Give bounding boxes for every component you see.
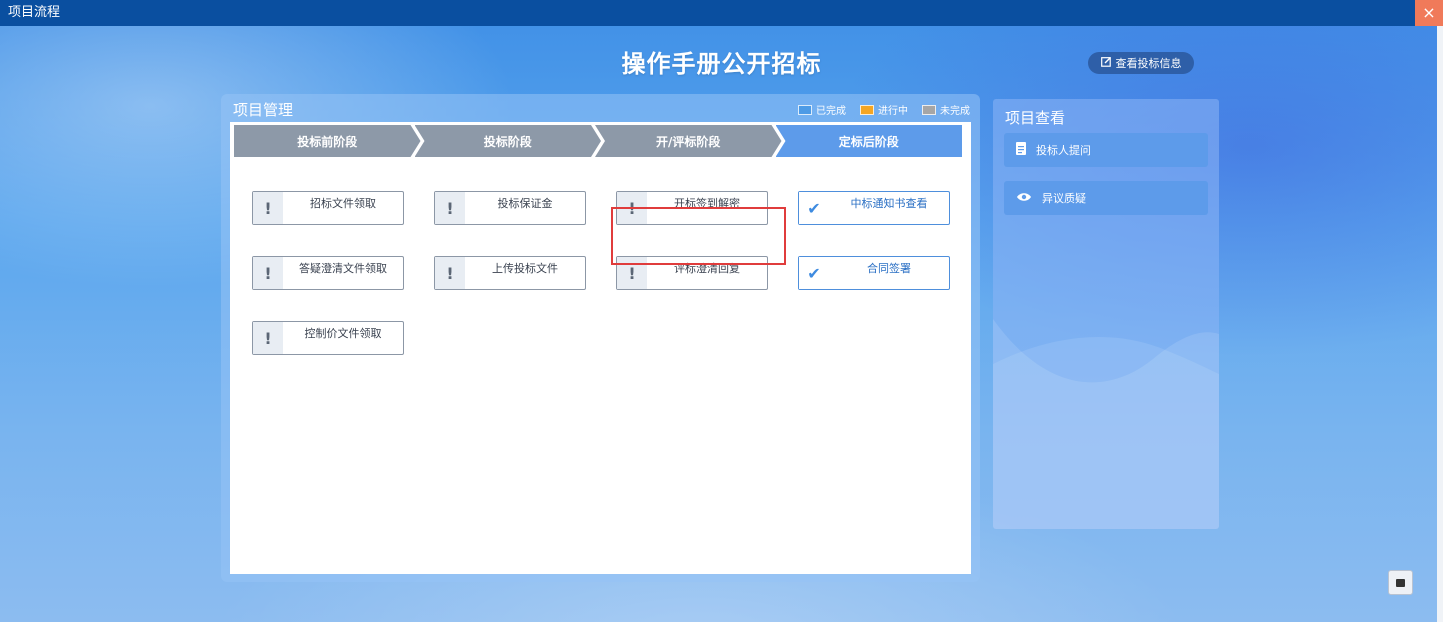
task-label: 上传投标文件 — [492, 262, 558, 275]
legend-item-incomplete: 未完成 — [922, 102, 970, 117]
bidder-question-button[interactable]: 投标人提问 — [1004, 133, 1208, 167]
page-title: 操作手册公开招标 — [621, 50, 822, 78]
workflow-area: 投标前阶段 投标阶段 开/评标阶段 定标后阶段 ! 招标文件领取 ! 投标保证金… — [230, 122, 971, 574]
scrollbar-track[interactable] — [1437, 26, 1443, 622]
window-titlebar: 项目流程 — [0, 0, 1443, 26]
window-title: 项目流程 — [8, 5, 61, 20]
stage-opening-evaluation[interactable]: 开/评标阶段 — [595, 125, 782, 157]
project-management-panel: 项目管理 已完成 进行中 未完成 投标前阶段 投标阶段 开/评标阶段 定标后阶段… — [221, 94, 980, 582]
close-icon: × — [1422, 3, 1436, 22]
exclamation-icon: ! — [628, 263, 636, 283]
task-label: 控制价文件领取 — [304, 327, 382, 340]
button-label: 异议质疑 — [1042, 192, 1086, 205]
task-contract-signing[interactable]: ✔ 合同签署 — [798, 256, 950, 290]
task-status-icon: ! — [253, 257, 283, 289]
button-label: 投标人提问 — [1036, 144, 1091, 157]
panel-title: 项目管理 — [233, 101, 294, 119]
task-status-icon: ✔ — [799, 257, 829, 289]
legend-swatch — [860, 104, 874, 115]
task-label: 投标保证金 — [497, 197, 553, 210]
stage-post-award[interactable]: 定标后阶段 — [775, 125, 962, 157]
exclamation-icon: ! — [446, 263, 454, 283]
legend-swatch — [798, 104, 812, 115]
task-bid-bond[interactable]: ! 投标保证金 — [434, 191, 586, 225]
stage-pre-bid[interactable]: 投标前阶段 — [234, 125, 421, 157]
exclamation-icon: ! — [264, 328, 272, 348]
decorative-wave — [993, 319, 1219, 529]
exclamation-icon: ! — [264, 263, 272, 283]
check-icon: ✔ — [807, 198, 821, 218]
legend-swatch — [922, 104, 936, 115]
legend-label: 进行中 — [878, 106, 908, 117]
task-status-icon: ✔ — [799, 192, 829, 224]
exclamation-icon: ! — [264, 198, 272, 218]
legend-item-in-progress: 进行中 — [860, 102, 908, 117]
task-tender-doc-collect[interactable]: ! 招标文件领取 — [252, 191, 404, 225]
stage-bar: 投标前阶段 投标阶段 开/评标阶段 定标后阶段 — [234, 125, 962, 157]
document-icon — [1016, 141, 1026, 159]
close-button[interactable]: × — [1415, 0, 1443, 26]
task-status-icon: ! — [253, 322, 283, 354]
exclamation-icon: ! — [446, 198, 454, 218]
legend-label: 已完成 — [816, 106, 846, 117]
view-bid-info-button[interactable]: 查看投标信息 — [1088, 52, 1194, 74]
legend-label: 未完成 — [940, 106, 970, 117]
task-award-notice-view[interactable]: ✔ 中标通知书查看 — [798, 191, 950, 225]
task-control-price-doc-collect[interactable]: ! 控制价文件领取 — [252, 321, 404, 355]
task-status-icon: ! — [435, 257, 465, 289]
task-label: 合同签署 — [867, 262, 911, 275]
edit-icon — [1100, 56, 1112, 70]
image-view-button[interactable] — [1388, 570, 1413, 595]
check-icon: ✔ — [807, 263, 821, 283]
legend-item-completed: 已完成 — [798, 102, 846, 117]
task-upload-bid-file[interactable]: ! 上传投标文件 — [434, 256, 586, 290]
objection-query-button[interactable]: 异议质疑 — [1004, 181, 1208, 215]
task-clarification-doc-collect[interactable]: ! 答疑澄清文件领取 — [252, 256, 404, 290]
view-bid-info-label: 查看投标信息 — [1115, 57, 1182, 70]
panel-title: 项目查看 — [1005, 109, 1066, 127]
task-status-icon: ! — [435, 192, 465, 224]
eye-icon — [1016, 191, 1032, 206]
task-label: 招标文件领取 — [310, 197, 376, 210]
task-label: 答疑澄清文件领取 — [299, 262, 387, 275]
task-label: 中标通知书查看 — [850, 197, 928, 210]
image-icon — [1396, 578, 1405, 587]
task-status-icon: ! — [253, 192, 283, 224]
project-view-panel: 项目查看 投标人提问 异议质疑 — [993, 99, 1219, 529]
stage-bid[interactable]: 投标阶段 — [415, 125, 602, 157]
status-legend: 已完成 进行中 未完成 — [798, 102, 970, 117]
highlight-box — [611, 207, 786, 265]
